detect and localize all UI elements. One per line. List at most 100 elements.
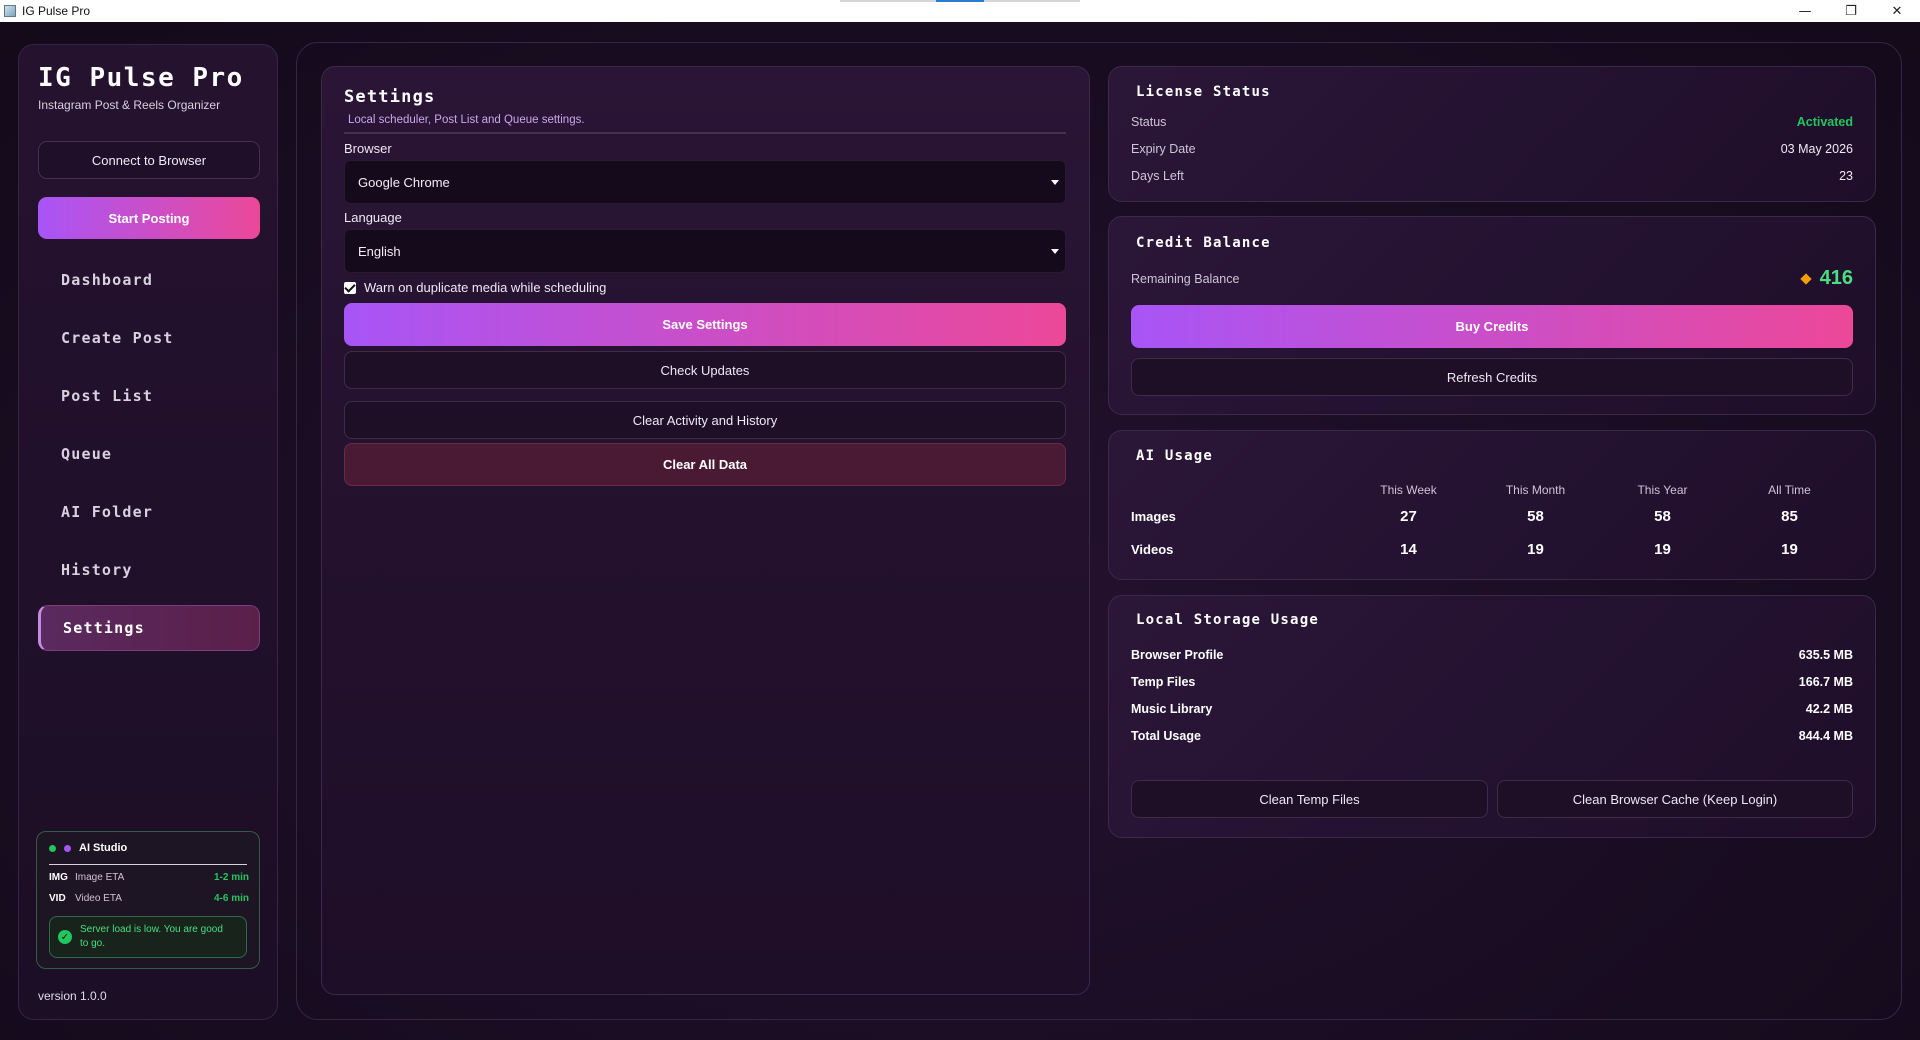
ai-studio-header: AI Studio bbox=[49, 842, 127, 854]
buy-credits-button[interactable]: Buy Credits bbox=[1131, 305, 1853, 348]
images-all-time: 85 bbox=[1781, 508, 1798, 525]
remaining-balance-amount: 416 bbox=[1799, 267, 1853, 290]
ai-dot-icon bbox=[64, 844, 71, 852]
sidebar-item-dashboard[interactable]: Dashboard bbox=[38, 257, 260, 303]
settings-subtitle: Local scheduler, Post List and Queue set… bbox=[348, 114, 585, 126]
titlebar-indicator bbox=[840, 0, 1080, 2]
remaining-balance-value: 416 bbox=[1819, 267, 1853, 289]
video-eta-row: VID Video ETA 4-6 min bbox=[49, 893, 249, 904]
table-row: Images 27 58 58 85 bbox=[1131, 500, 1853, 533]
storage-title: Local Storage Usage bbox=[1136, 612, 1319, 628]
server-status-text: Server load is low. You are good to go. bbox=[80, 924, 223, 949]
video-eta-label: Video ETA bbox=[75, 893, 122, 904]
browser-profile-label: Browser Profile bbox=[1131, 648, 1224, 662]
total-usage-label: Total Usage bbox=[1131, 729, 1201, 743]
sidebar-item-history[interactable]: History bbox=[38, 547, 260, 593]
window-titlebar: IG Pulse Pro — ❐ ✕ bbox=[0, 0, 1920, 22]
images-this-week: 27 bbox=[1400, 508, 1417, 525]
clean-temp-files-button[interactable]: Clean Temp Files bbox=[1131, 780, 1488, 818]
video-tag: VID bbox=[49, 893, 66, 904]
app-version: version 1.0.0 bbox=[38, 989, 107, 1003]
settings-panel: Settings Local scheduler, Post List and … bbox=[321, 66, 1090, 995]
images-this-year: 58 bbox=[1654, 508, 1671, 525]
temp-files-label: Temp Files bbox=[1131, 675, 1196, 689]
titlebar-indicator-active bbox=[936, 0, 984, 2]
warn-duplicate-label: Warn on duplicate media while scheduling bbox=[364, 280, 607, 295]
sidebar: IG Pulse Pro Instagram Post & Reels Orga… bbox=[18, 44, 278, 1020]
videos-this-week: 14 bbox=[1400, 541, 1417, 558]
check-updates-button[interactable]: Check Updates bbox=[344, 351, 1066, 389]
ai-studio-divider bbox=[49, 864, 247, 865]
local-storage-card: Local Storage Usage Browser Profile 635.… bbox=[1108, 595, 1876, 838]
license-status-row: Status Activated bbox=[1131, 115, 1853, 129]
connect-browser-button[interactable]: Connect to Browser bbox=[38, 141, 260, 179]
image-tag: IMG bbox=[49, 872, 68, 883]
ai-studio-card: AI Studio IMG Image ETA 1-2 min VID Vide… bbox=[36, 831, 260, 969]
brand-subtitle: Instagram Post & Reels Organizer bbox=[38, 98, 221, 112]
ai-usage-header-row: This Week This Month This Year All Time bbox=[1131, 480, 1853, 500]
browser-select-value: Google Chrome bbox=[358, 174, 450, 190]
storage-row-browser-profile: Browser Profile 635.5 MB bbox=[1131, 648, 1853, 662]
videos-all-time: 19 bbox=[1781, 541, 1798, 558]
brand-title: IG Pulse Pro bbox=[38, 63, 244, 93]
status-dot-icon bbox=[49, 844, 56, 852]
row-videos-label: Videos bbox=[1131, 542, 1174, 557]
col-this-year: This Year bbox=[1637, 483, 1688, 497]
sidebar-item-queue[interactable]: Queue bbox=[38, 431, 260, 477]
refresh-credits-button[interactable]: Refresh Credits bbox=[1131, 358, 1853, 396]
music-library-value: 42.2 MB bbox=[1805, 702, 1853, 716]
ai-usage-table: This Week This Month This Year All Time … bbox=[1131, 480, 1853, 566]
restore-button[interactable]: ❐ bbox=[1828, 0, 1874, 22]
browser-label: Browser bbox=[344, 141, 392, 156]
col-this-week: This Week bbox=[1380, 483, 1437, 497]
clean-browser-cache-button[interactable]: Clean Browser Cache (Keep Login) bbox=[1497, 780, 1853, 818]
credit-title: Credit Balance bbox=[1136, 235, 1271, 251]
video-eta-value: 4-6 min bbox=[213, 893, 249, 904]
save-settings-button[interactable]: Save Settings bbox=[344, 303, 1066, 346]
col-this-month: This Month bbox=[1505, 483, 1566, 497]
language-label: Language bbox=[344, 210, 402, 225]
language-select[interactable]: English bbox=[344, 229, 1066, 273]
warn-duplicate-checkbox[interactable] bbox=[344, 281, 356, 294]
sidebar-item-ai-folder[interactable]: AI Folder bbox=[38, 489, 260, 535]
clear-all-data-button[interactable]: Clear All Data bbox=[344, 443, 1066, 486]
table-row: Videos 14 19 19 19 bbox=[1131, 533, 1853, 566]
row-images-label: Images bbox=[1131, 509, 1176, 524]
license-status-card: License Status Status Activated Expiry D… bbox=[1108, 66, 1876, 202]
settings-title: Settings bbox=[344, 87, 436, 107]
temp-files-value: 166.7 MB bbox=[1798, 675, 1853, 689]
start-posting-button[interactable]: Start Posting bbox=[38, 197, 260, 239]
credit-balance-card: Credit Balance Remaining Balance 416 Buy… bbox=[1108, 216, 1876, 415]
minimize-button[interactable]: — bbox=[1782, 0, 1828, 22]
music-library-label: Music Library bbox=[1131, 702, 1213, 716]
chevron-down-icon bbox=[1051, 180, 1059, 185]
language-select-value: English bbox=[358, 243, 401, 259]
remaining-balance-label: Remaining Balance bbox=[1131, 271, 1240, 286]
clear-activity-button[interactable]: Clear Activity and History bbox=[344, 401, 1066, 439]
total-usage-value: 844.4 MB bbox=[1798, 729, 1853, 743]
license-expiry-row: Expiry Date 03 May 2026 bbox=[1131, 142, 1853, 156]
warn-duplicate-row[interactable]: Warn on duplicate media while scheduling bbox=[344, 280, 606, 295]
ai-studio-title: AI Studio bbox=[79, 842, 128, 854]
browser-select[interactable]: Google Chrome bbox=[344, 160, 1066, 204]
storage-row-temp-files: Temp Files 166.7 MB bbox=[1131, 675, 1853, 689]
sidebar-item-settings[interactable]: Settings bbox=[38, 605, 260, 651]
ai-usage-card: AI Usage This Week This Month This Year … bbox=[1108, 430, 1876, 580]
app-icon bbox=[4, 5, 16, 17]
storage-row-music-library: Music Library 42.2 MB bbox=[1131, 702, 1853, 716]
sidebar-item-post-list[interactable]: Post List bbox=[38, 373, 260, 419]
videos-this-month: 19 bbox=[1527, 541, 1544, 558]
sidebar-item-create-post[interactable]: Create Post bbox=[38, 315, 260, 361]
remaining-balance-row: Remaining Balance 416 bbox=[1131, 267, 1853, 290]
ai-usage-title: AI Usage bbox=[1136, 448, 1214, 464]
settings-divider bbox=[344, 132, 1066, 134]
images-this-month: 58 bbox=[1527, 508, 1544, 525]
window-controls: — ❐ ✕ bbox=[1782, 0, 1920, 22]
expiry-label: Expiry Date bbox=[1131, 142, 1196, 156]
image-eta-row: IMG Image ETA 1-2 min bbox=[49, 872, 249, 883]
close-button[interactable]: ✕ bbox=[1874, 0, 1920, 22]
diamond-icon bbox=[1799, 272, 1812, 285]
days-left-label: Days Left bbox=[1131, 169, 1184, 183]
storage-row-total-usage: Total Usage 844.4 MB bbox=[1131, 729, 1853, 743]
col-all-time: All Time bbox=[1768, 483, 1811, 497]
